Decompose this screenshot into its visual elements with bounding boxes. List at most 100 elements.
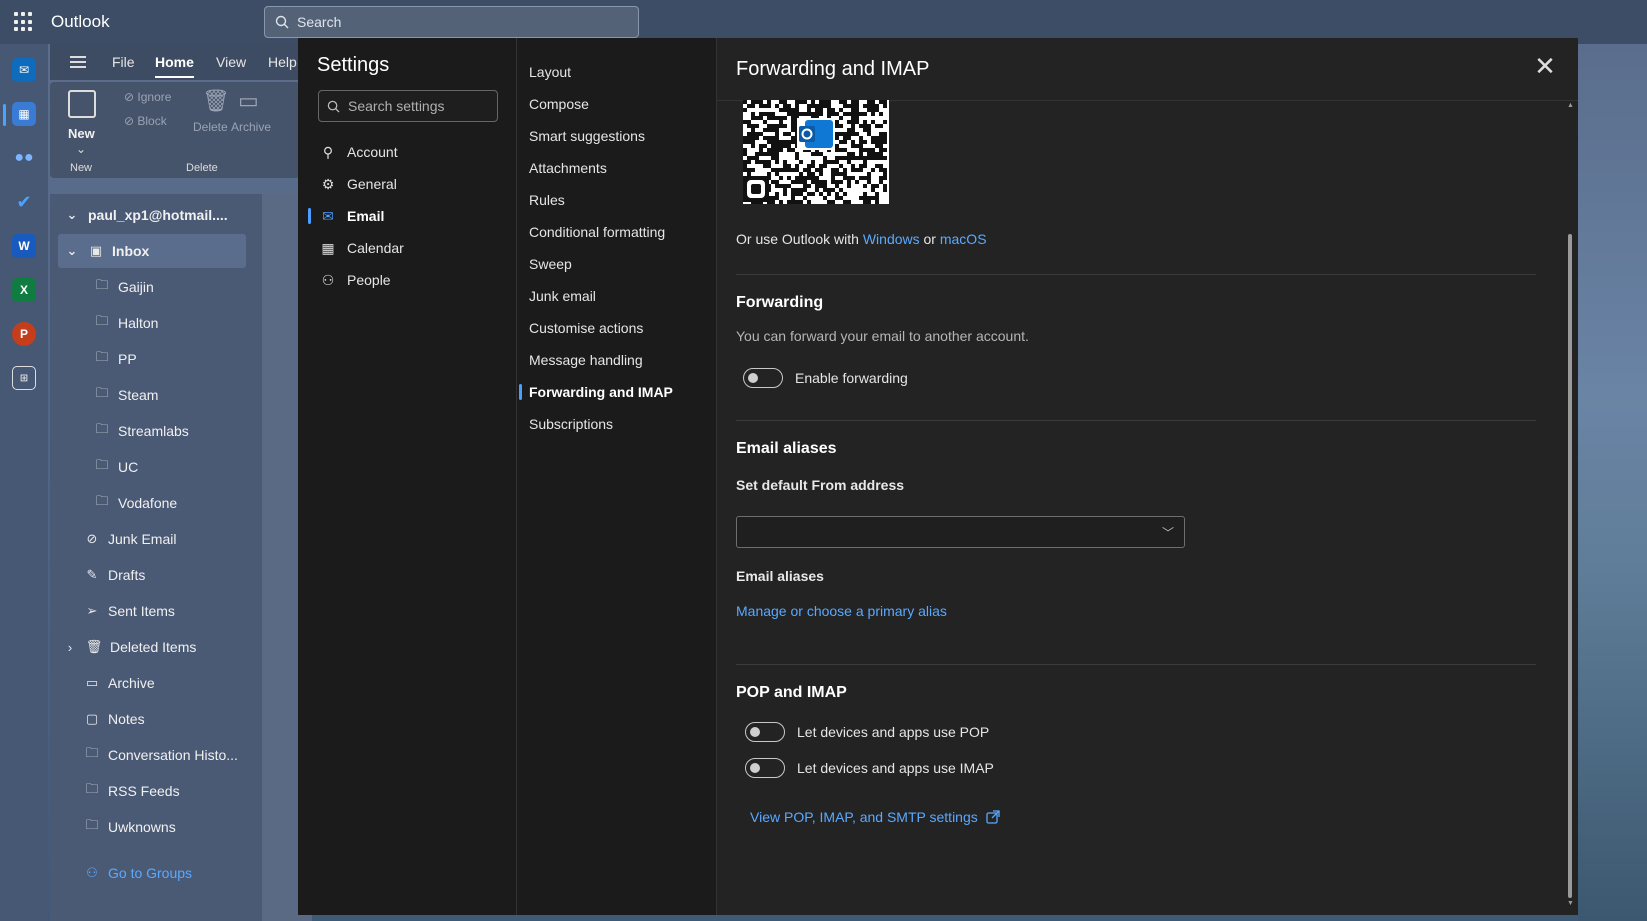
tab-view[interactable]: View: [216, 54, 246, 70]
chevron-down-icon: ﹀: [1161, 526, 1174, 540]
new-button[interactable]: New: [68, 126, 95, 141]
view-pop-imap-smtp-link[interactable]: View POP, IMAP, and SMTP settings: [750, 809, 1000, 825]
imap-toggle[interactable]: [745, 758, 785, 778]
default-from-select[interactable]: ﹀: [736, 516, 1185, 548]
tab-home[interactable]: Home: [155, 54, 194, 78]
apps-icon[interactable]: ⊞: [12, 366, 36, 390]
scroll-down-arrow[interactable]: ▼: [1567, 900, 1574, 907]
tab-help[interactable]: Help: [268, 54, 297, 70]
delete-button[interactable]: Delete: [193, 120, 228, 134]
block-button[interactable]: ⊘ Block: [124, 114, 167, 128]
category-label: Email: [347, 208, 385, 224]
pop-toggle[interactable]: [745, 722, 785, 742]
people-icon[interactable]: ●●: [12, 146, 36, 170]
settings-content-pane: Forwarding and IMAP ✕ Or use Outlook wit…: [717, 38, 1578, 915]
folder-label: Drafts: [108, 567, 146, 583]
active-sub-indicator: [519, 384, 522, 400]
new-dropdown-icon[interactable]: ⌄: [76, 142, 86, 156]
external-link-icon: [986, 810, 1000, 824]
pane-title: Forwarding and IMAP: [736, 58, 930, 80]
folder-icon: 🗀: [95, 313, 109, 328]
todo-icon[interactable]: ✔: [12, 190, 36, 214]
pop-imap-heading: POP and IMAP: [736, 684, 847, 701]
scrollbar-thumb[interactable]: [1568, 234, 1572, 898]
archive-button[interactable]: Archive: [231, 120, 271, 134]
section-divider: [736, 274, 1536, 275]
folder-label: Steam: [118, 387, 159, 403]
folder-icon: 🗀: [95, 457, 109, 472]
sub-smart-suggestions[interactable]: Smart suggestions: [529, 128, 645, 144]
sub-conditional-formatting[interactable]: Conditional formatting: [529, 224, 665, 240]
folder-inbox[interactable]: ⌄ ▣ Inbox: [58, 234, 246, 268]
sub-sweep[interactable]: Sweep: [529, 256, 572, 272]
word-icon[interactable]: W: [12, 234, 36, 258]
folder-icon: 🗀: [85, 745, 99, 760]
category-email[interactable]: ✉ Email: [319, 202, 384, 230]
sub-message-handling[interactable]: Message handling: [529, 352, 643, 368]
folder-label: Archive: [108, 675, 155, 691]
pop-label: Let devices and apps use POP: [797, 724, 990, 740]
manage-alias-link[interactable]: Manage or choose a primary alias: [736, 603, 947, 619]
sub-compose[interactable]: Compose: [529, 96, 589, 112]
mail-icon[interactable]: ✉: [12, 58, 36, 82]
app-title: Outlook: [51, 12, 110, 31]
folder-label: Inbox: [112, 243, 150, 259]
chevron-down-icon: ⌄: [66, 243, 78, 258]
or-text: or: [923, 231, 936, 247]
category-account[interactable]: ⚲ Account: [319, 138, 398, 166]
chevron-down-icon: ⌄: [66, 207, 78, 222]
sub-customise-actions[interactable]: Customise actions: [529, 320, 643, 336]
settings-categories: Settings ⚲ Account ⚙ General ✉ Email ▦ Calen…: [298, 38, 517, 915]
folder-label: Gaijin: [118, 279, 154, 295]
folder-deleted[interactable]: › 🗑 Deleted Items: [62, 630, 274, 664]
sub-rules[interactable]: Rules: [529, 192, 565, 208]
enable-forwarding-toggle[interactable]: [743, 368, 783, 388]
sub-forwarding-imap[interactable]: Forwarding and IMAP: [529, 384, 673, 400]
category-label: People: [347, 272, 391, 288]
folder-label: UC: [118, 459, 139, 475]
search-placeholder: Search: [297, 14, 342, 30]
new-group-label: New: [70, 162, 93, 174]
rail-active-indicator: [3, 104, 6, 126]
mail-icon: ✉: [322, 207, 334, 224]
app-launcher-icon[interactable]: [14, 12, 34, 32]
category-people[interactable]: ⚇ People: [319, 266, 391, 294]
email-aliases-heading: Email aliases: [736, 440, 837, 457]
category-general[interactable]: ⚙ General: [319, 170, 397, 198]
windows-link[interactable]: Windows: [863, 231, 920, 247]
category-calendar[interactable]: ▦ Calendar: [319, 234, 403, 262]
settings-search-box[interactable]: [318, 90, 498, 122]
close-button[interactable]: ✕: [1534, 53, 1556, 79]
excel-icon[interactable]: X: [12, 278, 36, 302]
ignore-label: Ignore: [137, 90, 172, 104]
scroll-up-arrow[interactable]: ▲: [1567, 102, 1574, 109]
folder-icon: 🗀: [95, 349, 109, 364]
settings-search-input[interactable]: [348, 98, 488, 114]
people-icon: ⚇: [321, 271, 335, 288]
email-subsections: Layout Compose Smart suggestions Attachm…: [517, 38, 717, 915]
menu-icon[interactable]: [70, 56, 86, 68]
gear-icon: ⚙: [321, 175, 335, 192]
calendar-icon: ▦: [321, 239, 335, 256]
folder-label: Vodafone: [118, 495, 178, 511]
folder-icon: 🗀: [95, 421, 109, 436]
new-mail-icon[interactable]: [68, 90, 96, 118]
trash-icon: 🗑: [85, 639, 103, 654]
powerpoint-icon[interactable]: P: [12, 322, 36, 346]
imap-label: Let devices and apps use IMAP: [797, 760, 994, 776]
sub-subscriptions[interactable]: Subscriptions: [529, 416, 613, 432]
sub-junk-email[interactable]: Junk email: [529, 288, 596, 304]
search-box[interactable]: Search: [264, 6, 639, 38]
ignore-button[interactable]: ⊘ Ignore: [124, 90, 171, 104]
qr-code-graphic: [743, 100, 889, 204]
archive-icon: ▭: [85, 675, 99, 690]
use-outlook-line: Or use Outlook with Windows or macOS: [736, 231, 987, 247]
sub-layout[interactable]: Layout: [529, 64, 571, 80]
macos-link[interactable]: macOS: [940, 231, 987, 247]
tab-file[interactable]: File: [112, 54, 135, 70]
account-name: paul_xp1@hotmail....: [88, 207, 228, 223]
calendar-icon[interactable]: ▦: [12, 102, 36, 126]
sub-attachments[interactable]: Attachments: [529, 160, 607, 176]
account-header[interactable]: ⌄ paul_xp1@hotmail....: [64, 198, 276, 232]
junk-icon: ⊘: [86, 531, 98, 546]
